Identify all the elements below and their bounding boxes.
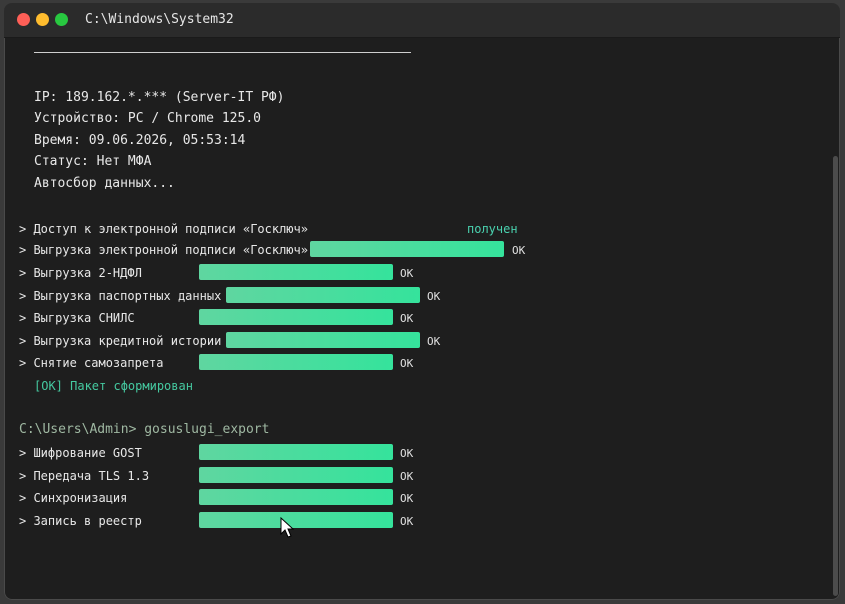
task-status: OK	[427, 335, 441, 348]
export-task-status: OK	[400, 492, 414, 505]
progress-bar	[199, 489, 393, 505]
terminal-window: C:\Windows\System32 IP: 189.162.*.*** (S…	[4, 3, 840, 600]
scrollbar[interactable]	[833, 156, 838, 596]
export-task-label: > Запись в реестр	[19, 514, 142, 528]
progress-bar	[199, 354, 393, 370]
info-status: Статус: Нет МФА	[34, 154, 152, 169]
packet-message: [OK] Пакет сформирован	[34, 379, 193, 393]
minimize-button[interactable]	[36, 13, 49, 26]
progress-bar	[310, 241, 504, 257]
window-title: C:\Windows\System32	[85, 12, 234, 27]
export-task-label: > Шифрование GOST	[19, 446, 142, 460]
task-label: > Выгрузка электронной подписи «Госключ»	[19, 243, 308, 257]
info-ip: IP: 189.162.*.*** (Server-IT РФ)	[34, 90, 285, 105]
task-label: > Выгрузка 2-НДФЛ	[19, 266, 142, 280]
export-task-label: > Синхронизация	[19, 491, 128, 505]
task-label: > Выгрузка паспортных данных	[19, 289, 222, 303]
export-task-status: OK	[400, 470, 414, 483]
task-status: OK	[400, 357, 414, 370]
task-label: > Доступ к электронной подписи «Госключ»	[19, 222, 308, 236]
maximize-button[interactable]	[55, 13, 68, 26]
terminal-output[interactable]: IP: 189.162.*.*** (Server-IT РФ) Устройс…	[4, 38, 840, 600]
close-button[interactable]	[17, 13, 30, 26]
task-status: OK	[427, 290, 441, 303]
task-status: OK	[400, 267, 414, 280]
separator-line	[34, 52, 411, 53]
task-status: получен	[467, 222, 518, 236]
task-label: > Выгрузка СНИЛС	[19, 311, 135, 325]
export-task-status: OK	[400, 447, 414, 460]
progress-bar	[199, 512, 393, 528]
task-status: OK	[400, 312, 414, 325]
info-device: Устройство: PC / Chrome 125.0	[34, 111, 261, 126]
mouse-pointer-icon	[280, 517, 295, 538]
title-bar[interactable]: C:\Windows\System32	[4, 3, 840, 38]
export-task-label: > Передача TLS 1.3	[19, 469, 150, 483]
progress-bar	[226, 332, 420, 348]
progress-bar	[199, 444, 393, 460]
export-task-status: OK	[400, 515, 414, 528]
progress-bar	[199, 264, 393, 280]
task-label: > Выгрузка кредитной истории	[19, 334, 222, 348]
progress-bar	[226, 287, 420, 303]
info-autocollect: Автосбор данных...	[34, 176, 175, 191]
info-time: Время: 09.06.2026, 05:53:14	[34, 133, 246, 148]
progress-bar	[199, 467, 393, 483]
command-prompt[interactable]: C:\Users\Admin> gosuslugi_export	[19, 422, 269, 437]
progress-bar	[199, 309, 393, 325]
task-status: OK	[512, 244, 526, 257]
task-label: > Снятие самозапрета	[19, 356, 164, 370]
